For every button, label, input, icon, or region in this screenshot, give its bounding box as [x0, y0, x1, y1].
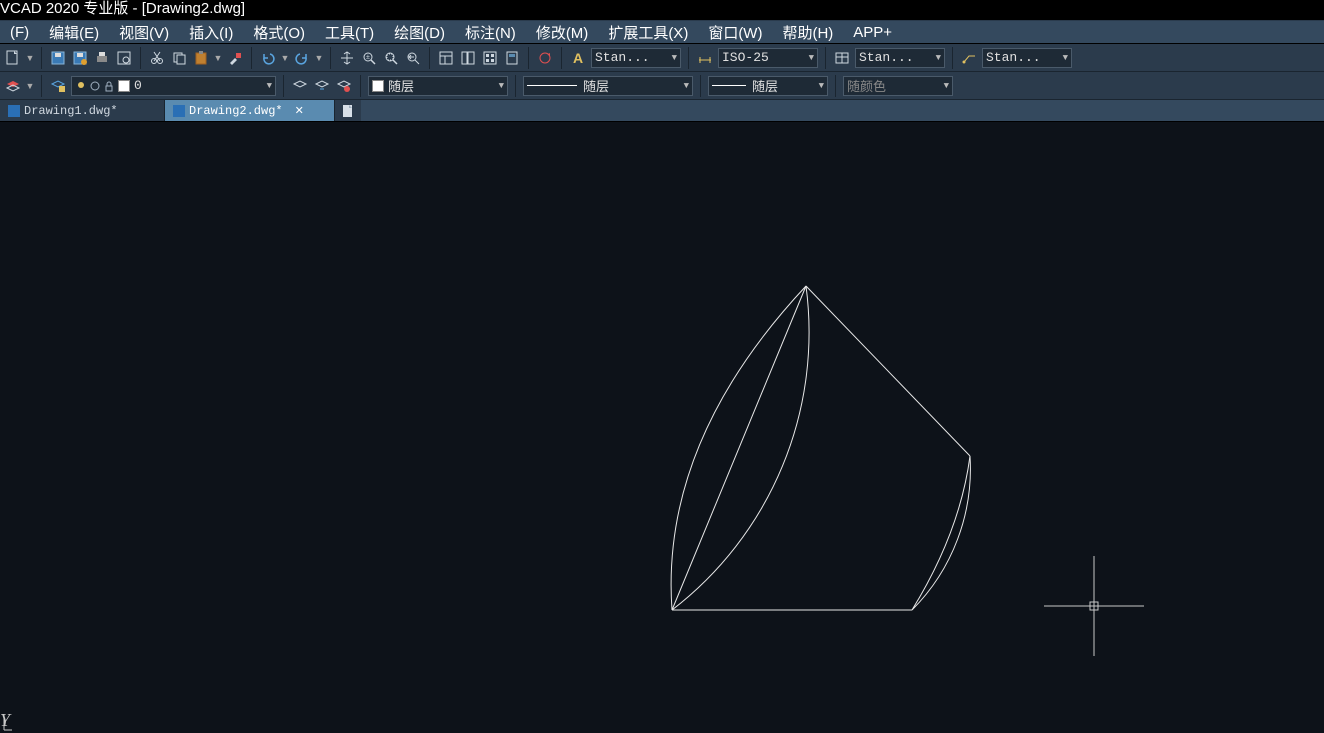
- menu-ext[interactable]: 扩展工具(X): [598, 20, 698, 45]
- table-style-value: Stan...: [859, 50, 914, 65]
- multileader-style-icon[interactable]: [958, 47, 980, 69]
- text-style-icon[interactable]: A: [567, 47, 589, 69]
- lineweight-sample: [712, 85, 746, 86]
- print-icon[interactable]: [91, 47, 113, 69]
- chevron-down-icon: ▼: [815, 81, 824, 91]
- menu-window[interactable]: 窗口(W): [698, 20, 772, 45]
- menu-bar: (F) 编辑(E) 视图(V) 插入(I) 格式(O) 工具(T) 绘图(D) …: [0, 20, 1324, 44]
- redo-icon[interactable]: [291, 47, 313, 69]
- zoom-previous-icon[interactable]: [402, 47, 424, 69]
- rotate-view-icon[interactable]: [534, 47, 556, 69]
- print-preview-icon[interactable]: [113, 47, 135, 69]
- table-style-icon[interactable]: [831, 47, 853, 69]
- lineweight-value: 随层: [752, 76, 778, 95]
- zoom-window-icon[interactable]: [380, 47, 402, 69]
- match-prop-icon[interactable]: [224, 47, 246, 69]
- menu-edit[interactable]: 编辑(E): [39, 20, 109, 45]
- dropdown-arrow-icon[interactable]: ▼: [313, 47, 325, 69]
- dropdown-arrow-icon[interactable]: ▼: [212, 47, 224, 69]
- text-style-dropdown[interactable]: Stan... ▼: [591, 48, 681, 68]
- properties-icon[interactable]: [435, 47, 457, 69]
- chevron-down-icon: ▼: [263, 81, 272, 91]
- table-style-dropdown[interactable]: Stan... ▼: [855, 48, 945, 68]
- lock-icon: [103, 80, 115, 92]
- chevron-down-icon: ▼: [805, 53, 814, 63]
- ml-style-value: Stan...: [986, 50, 1041, 65]
- pan-icon[interactable]: [336, 47, 358, 69]
- zoom-realtime-icon[interactable]: ±: [358, 47, 380, 69]
- text-style-value: Stan...: [595, 50, 650, 65]
- menu-file[interactable]: (F): [0, 22, 39, 43]
- linetype-value: 随层: [583, 76, 609, 95]
- layer-state-icon[interactable]: [47, 75, 69, 97]
- layer-isolate-icon[interactable]: [333, 75, 355, 97]
- plotstyle-dropdown[interactable]: 随颜色 ▼: [843, 76, 953, 96]
- document-icon: [8, 105, 20, 117]
- ml-style-dropdown[interactable]: Stan... ▼: [982, 48, 1072, 68]
- menu-dim[interactable]: 标注(N): [455, 20, 526, 45]
- menu-format[interactable]: 格式(O): [243, 20, 315, 45]
- layer-color-swatch: [118, 80, 130, 92]
- layer-prev-icon[interactable]: [289, 75, 311, 97]
- lightbulb-icon: [75, 80, 87, 92]
- calc-icon[interactable]: [501, 47, 523, 69]
- save-icon[interactable]: [47, 47, 69, 69]
- plotstyle-value: 随颜色: [847, 76, 886, 95]
- drawing-canvas[interactable]: Y: [0, 122, 1324, 731]
- linetype-sample: [527, 85, 577, 86]
- menu-draw[interactable]: 绘图(D): [384, 20, 455, 45]
- paste-icon[interactable]: [190, 47, 212, 69]
- menu-insert[interactable]: 插入(I): [179, 20, 243, 45]
- dim-style-value: ISO-25: [722, 50, 769, 65]
- undo-icon[interactable]: [257, 47, 279, 69]
- color-swatch: [372, 80, 384, 92]
- menu-view[interactable]: 视图(V): [109, 20, 179, 45]
- title-bar: VCAD 2020 专业版 - [Drawing2.dwg]: [0, 0, 1324, 20]
- layer-name: 0: [134, 78, 142, 93]
- saveas-icon[interactable]: [69, 47, 91, 69]
- chevron-down-icon: ▼: [940, 81, 949, 91]
- dim-style-icon[interactable]: [694, 47, 716, 69]
- freeze-icon: [89, 80, 101, 92]
- new-icon[interactable]: [2, 47, 24, 69]
- chevron-down-icon: ▼: [495, 81, 504, 91]
- tab-label: Drawing2.dwg*: [189, 104, 283, 118]
- chevron-down-icon: ▼: [680, 81, 689, 91]
- layer-dropdown[interactable]: 0 ▼: [71, 76, 276, 96]
- document-tabbar: Drawing1.dwg* Drawing2.dwg* ✕: [0, 100, 1324, 122]
- tab-label: Drawing1.dwg*: [24, 104, 118, 118]
- svg-text:±: ±: [366, 54, 370, 61]
- document-tab[interactable]: Drawing1.dwg*: [0, 100, 165, 121]
- lineweight-dropdown[interactable]: 随层 ▼: [708, 76, 828, 96]
- document-icon: [173, 105, 185, 117]
- layer-make-current-icon[interactable]: [311, 75, 333, 97]
- menu-app[interactable]: APP+: [843, 22, 902, 43]
- dropdown-arrow-icon[interactable]: ▼: [24, 75, 36, 97]
- dropdown-arrow-icon[interactable]: ▼: [279, 47, 291, 69]
- color-dropdown[interactable]: 随层 ▼: [368, 76, 508, 96]
- ucs-icon: Y: [0, 710, 10, 731]
- toolpalette-icon[interactable]: [479, 47, 501, 69]
- dim-style-dropdown[interactable]: ISO-25 ▼: [718, 48, 818, 68]
- menu-modify[interactable]: 修改(M): [526, 20, 599, 45]
- chevron-down-icon: ▼: [932, 53, 941, 63]
- cut-icon[interactable]: [146, 47, 168, 69]
- chevron-down-icon: ▼: [668, 53, 677, 63]
- toolbar-row-1: ▼ ▼ ▼: [0, 44, 1324, 72]
- color-value: 随层: [388, 76, 414, 95]
- close-icon[interactable]: ✕: [295, 104, 304, 118]
- linetype-dropdown[interactable]: 随层 ▼: [523, 76, 693, 96]
- dropdown-arrow-icon[interactable]: ▼: [24, 47, 36, 69]
- copy-icon[interactable]: [168, 47, 190, 69]
- menu-tools[interactable]: 工具(T): [315, 20, 384, 45]
- crosshair-cursor: [1044, 556, 1144, 656]
- layer-mgr-icon[interactable]: [2, 75, 24, 97]
- designcenter-icon[interactable]: [457, 47, 479, 69]
- document-tab-active[interactable]: Drawing2.dwg* ✕: [165, 100, 335, 121]
- toolbar-row-2: ▼ 0 ▼ 随层 ▼: [0, 72, 1324, 100]
- menu-help[interactable]: 帮助(H): [772, 20, 843, 45]
- new-tab-button[interactable]: [335, 100, 361, 121]
- new-doc-icon: [341, 104, 355, 118]
- chevron-down-icon: ▼: [1059, 53, 1068, 63]
